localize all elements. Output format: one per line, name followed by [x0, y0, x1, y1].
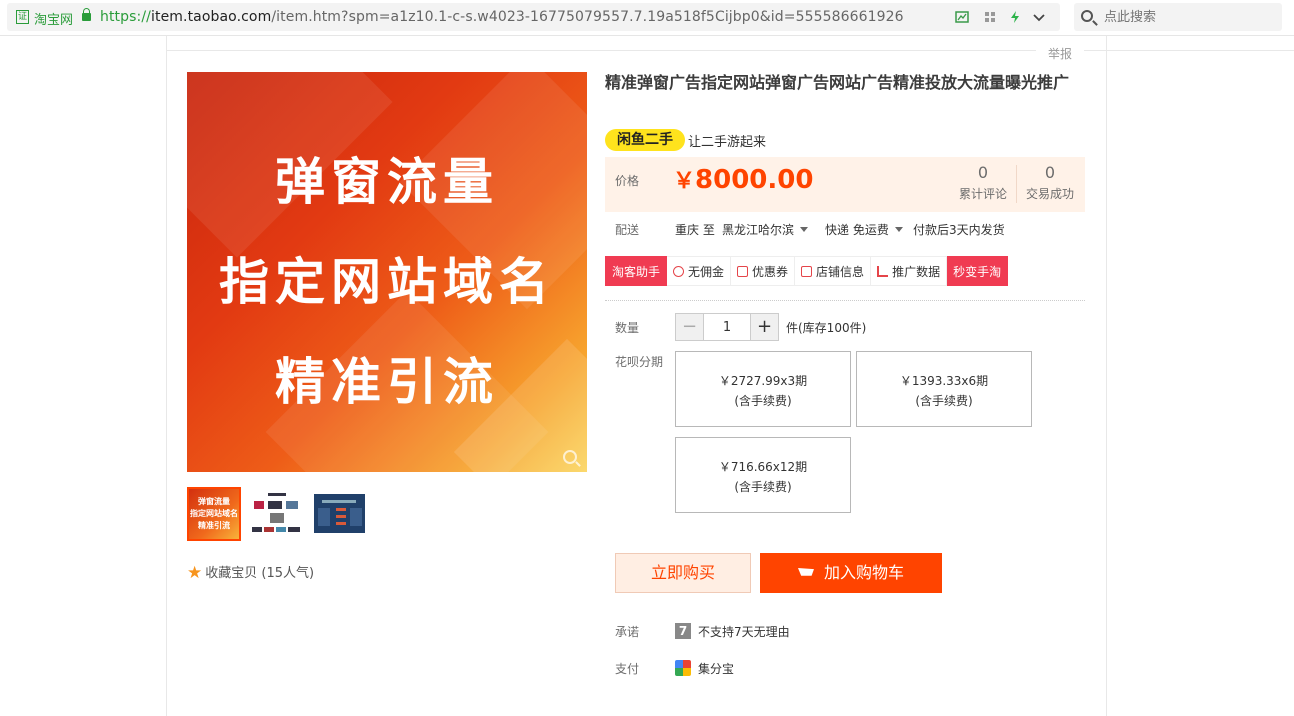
thumb-text: 指定网站域名: [190, 509, 238, 518]
main-product-image[interactable]: 弹窗流量 指定网站域名 精准引流: [187, 72, 587, 472]
ship-to-select[interactable]: 黑龙江哈尔滨: [722, 221, 809, 238]
installment-note: (含手续费): [734, 480, 792, 494]
thumb-text: 弹窗流量: [198, 497, 230, 506]
installment-option[interactable]: ￥1393.33x6期 (含手续费): [856, 351, 1032, 427]
chevron-down-icon[interactable]: [1032, 10, 1046, 24]
divider: [605, 300, 1085, 301]
chevron-down-icon: [894, 227, 903, 232]
ship-eta: 付款后3天内发货: [913, 223, 1005, 237]
seven-day-icon: 7: [675, 623, 691, 639]
xianyu-badge[interactable]: 闲鱼二手: [605, 129, 685, 151]
browser-toolbar: 证 淘宝网 https://item.taobao.com/item.htm?s…: [0, 0, 1294, 36]
promise-text[interactable]: 不支持7天无理由: [698, 623, 790, 640]
increase-button[interactable]: +: [750, 314, 778, 340]
certificate-icon[interactable]: 证: [16, 10, 29, 24]
thumbnail-2[interactable]: [250, 487, 304, 541]
report-link[interactable]: 举报: [1048, 45, 1072, 62]
currency-symbol: ￥: [673, 169, 696, 194]
payment-label: 支付: [615, 662, 640, 676]
tool-label: 无佣金: [688, 265, 725, 279]
quantity-label: 数量: [615, 321, 640, 335]
deals-count: 0: [1044, 163, 1056, 182]
cart-icon: [797, 568, 814, 576]
item-title: 精准弹窗广告指定网站弹窗广告网站广告精准投放大流量曝光推广: [605, 73, 1070, 92]
collect-label: 收藏宝贝 (15人气): [205, 566, 315, 581]
url-host: item.taobao.com: [150, 9, 272, 25]
tool-label: 推广数据: [892, 265, 941, 279]
address-bar[interactable]: 证 淘宝网 https://item.taobao.com/item.htm?s…: [7, 3, 1060, 31]
huabei-label: 花呗分期: [615, 355, 664, 369]
divider: [166, 50, 1036, 51]
price-value: ￥8000.00: [673, 163, 813, 195]
banner-line: 弹窗流量: [275, 153, 499, 211]
tool-label: 店铺信息: [816, 265, 865, 279]
bar-chart-icon: [877, 266, 889, 277]
tool-label: 优惠券: [752, 265, 789, 279]
installment-note: (含手续费): [734, 394, 792, 408]
coupon-icon: [737, 266, 749, 277]
chevron-down-icon: [800, 227, 809, 232]
reviews-stat[interactable]: 0 累计评论: [951, 163, 1015, 202]
star-icon: ★: [187, 563, 203, 583]
shop-icon: [801, 266, 813, 277]
thumbnail-1[interactable]: 弹窗流量 指定网站域名 精准引流: [187, 487, 241, 541]
ship-method-select[interactable]: 快递 免运费: [825, 221, 903, 238]
zoom-icon[interactable]: [563, 450, 577, 464]
tool-mobile-taobao[interactable]: 秒变手淘: [947, 256, 1009, 286]
coin-icon: [673, 266, 685, 277]
payment-method[interactable]: 集分宝: [698, 660, 734, 677]
tool-shop-info[interactable]: 店铺信息: [795, 256, 872, 286]
promise-label: 承诺: [615, 625, 640, 639]
grid-icon[interactable]: [983, 10, 997, 24]
installment-price: ￥2727.99x3期: [718, 374, 808, 388]
site-identity-label[interactable]: 淘宝网: [34, 9, 73, 28]
ship-from: 重庆 至: [675, 223, 715, 237]
tool-no-commission[interactable]: 无佣金: [667, 256, 732, 286]
add-to-cart-label: 加入购物车: [823, 563, 904, 582]
installment-option[interactable]: ￥2727.99x3期 (含手续费): [675, 351, 851, 427]
deals-label: 交易成功: [1025, 187, 1074, 201]
plugin-toolbar: 淘客助手 无佣金 优惠券 店铺信息 推广数据 秒变手淘: [605, 256, 1009, 286]
installment-option[interactable]: ￥716.66x12期 (含手续费): [675, 437, 851, 513]
url-text[interactable]: https://item.taobao.com/item.htm?spm=a1z…: [100, 9, 904, 25]
installment-note: (含手续费): [915, 394, 973, 408]
url-path: /item.htm?spm=a1z10.1-c-s.w4023-16775079…: [271, 9, 904, 25]
lock-icon: [82, 8, 91, 21]
price-panel: 价格 ￥8000.00 0 累计评论 0 交易成功: [605, 157, 1085, 212]
installment-price: ￥716.66x12期: [718, 460, 808, 474]
thumbnail-3[interactable]: [314, 494, 365, 533]
jifenbao-icon: [675, 660, 691, 676]
deals-stat: 0 交易成功: [1018, 163, 1082, 202]
quantity-input[interactable]: [704, 314, 750, 340]
divider: [1084, 50, 1294, 51]
screenshot-icon[interactable]: [955, 10, 969, 24]
browser-search[interactable]: [1074, 3, 1282, 31]
ship-method: 快递 免运费: [825, 223, 889, 237]
quantity-stepper: − +: [675, 313, 779, 341]
ship-to: 黑龙江哈尔滨: [722, 223, 795, 237]
url-protocol: https://: [100, 9, 151, 25]
lightning-icon[interactable]: [1008, 10, 1022, 24]
price-label: 价格: [615, 174, 640, 188]
price-amount: 8000.00: [695, 165, 814, 195]
search-icon: [1081, 10, 1093, 22]
banner-line: 精准引流: [275, 353, 499, 411]
collect-button[interactable]: ★ 收藏宝贝 (15人气): [187, 562, 314, 583]
shipping-label: 配送: [615, 223, 640, 237]
decrease-button[interactable]: −: [676, 314, 704, 340]
installment-price: ￥1393.33x6期: [899, 374, 989, 388]
thumb-text: 精准引流: [198, 521, 230, 530]
reviews-count: 0: [977, 163, 989, 182]
add-to-cart-button[interactable]: 加入购物车: [760, 553, 942, 593]
search-input[interactable]: [1104, 7, 1274, 27]
xianyu-tagline: 让二手游起来: [688, 135, 767, 150]
tool-taoke-helper[interactable]: 淘客助手: [605, 256, 668, 286]
buy-now-button[interactable]: 立即购买: [615, 553, 751, 593]
reviews-label: 累计评论: [958, 187, 1007, 201]
tool-coupon[interactable]: 优惠券: [731, 256, 796, 286]
divider: [1016, 165, 1017, 203]
banner-line: 指定网站域名: [219, 253, 555, 311]
stock-text: 件(库存100件): [786, 321, 867, 335]
tool-promo-data[interactable]: 推广数据: [871, 256, 948, 286]
